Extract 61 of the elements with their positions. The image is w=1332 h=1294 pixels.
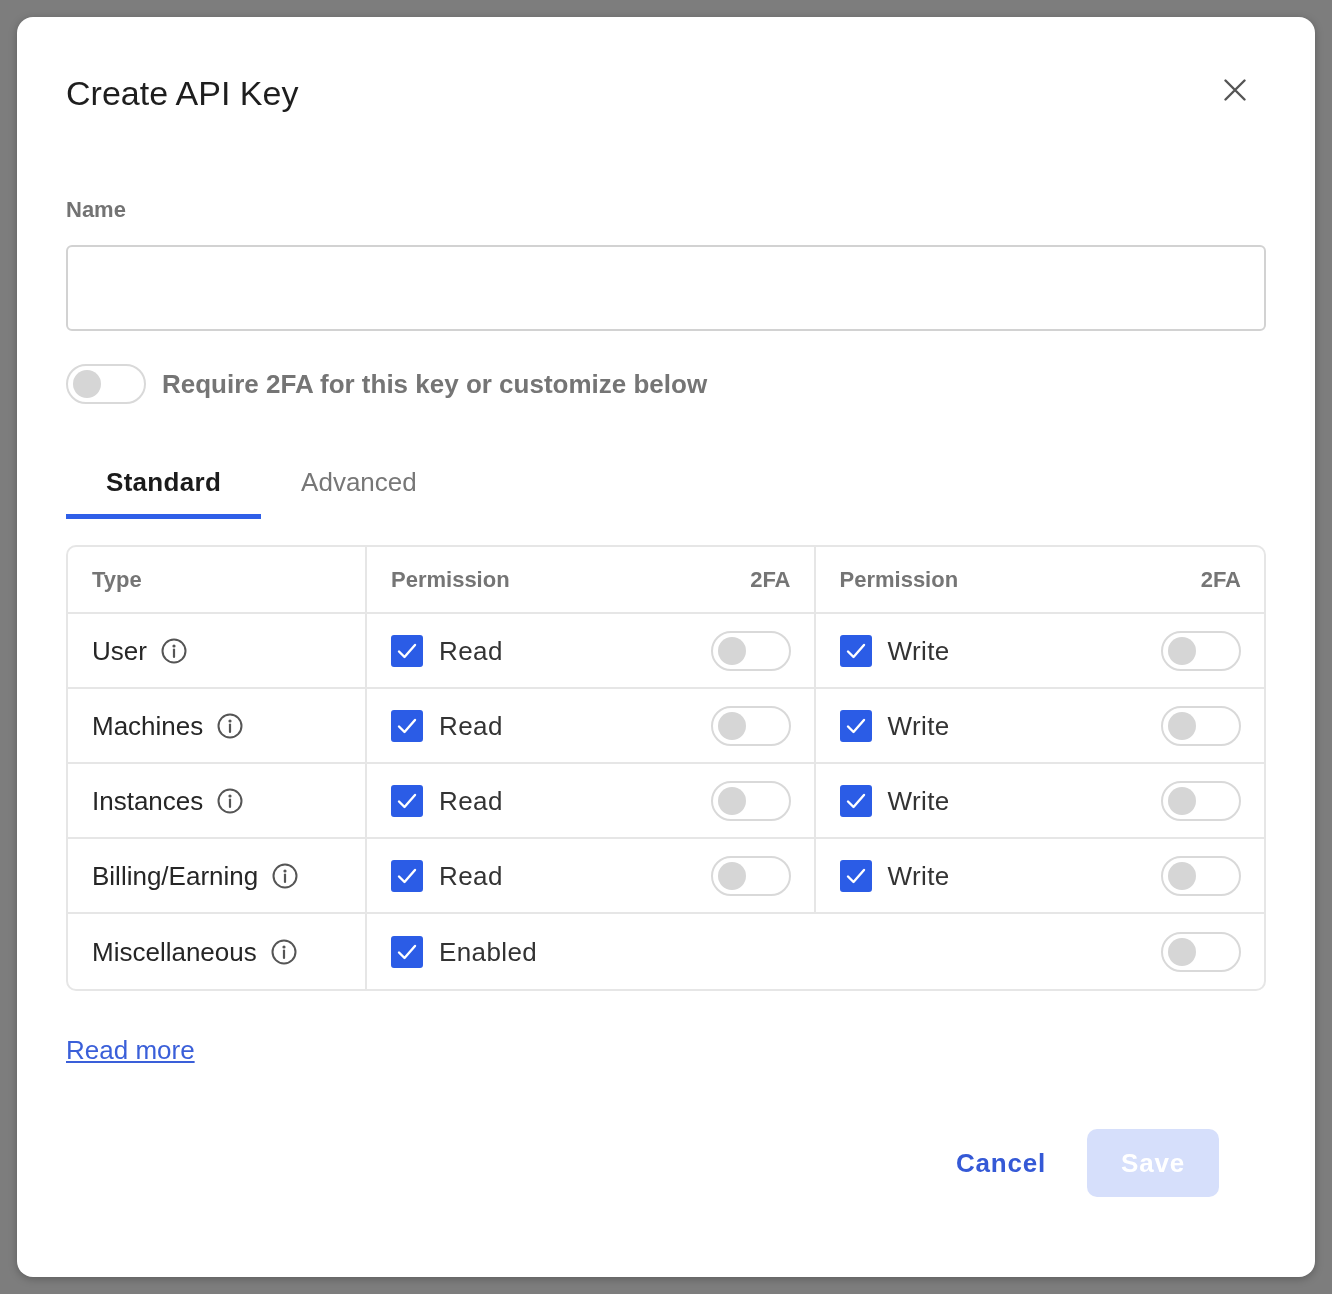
checkbox[interactable] [391, 709, 423, 742]
checkbox[interactable] [391, 784, 423, 817]
secondary-button[interactable]: Cancel [935, 1129, 1066, 1197]
permission-label: Write [887, 860, 950, 891]
info-icon [160, 637, 187, 664]
toggle-label: Require 2FA for this key or customize below [162, 369, 708, 399]
info-icon [217, 787, 244, 814]
row-label: Instances [92, 785, 204, 816]
toggle-switch[interactable] [1161, 630, 1241, 671]
tab[interactable]: Advanced [261, 445, 457, 519]
name-input[interactable] [66, 245, 1266, 331]
info-icon [217, 712, 244, 739]
row-label: Miscellaneous [92, 936, 257, 967]
permission-label: Read [439, 785, 503, 816]
checkbox[interactable] [391, 859, 423, 892]
info-icon [270, 938, 297, 965]
toggle-switch[interactable] [1161, 931, 1241, 972]
tab[interactable]: Standard [66, 445, 262, 519]
column-header: Permission [839, 566, 959, 593]
checkmark-icon [845, 642, 866, 659]
permission-label: Write [887, 635, 950, 666]
permission-label: Enabled [439, 936, 538, 967]
checkbox[interactable] [391, 634, 423, 667]
permission-label: Write [887, 710, 950, 741]
toggle-switch[interactable] [710, 705, 791, 746]
checkbox[interactable] [839, 859, 872, 892]
permission-label: Read [439, 710, 503, 741]
permission-label: Read [439, 635, 503, 666]
column-header: 2FA [1200, 566, 1241, 593]
checkmark-icon [397, 717, 417, 734]
permission-label: Read [439, 860, 503, 891]
field-label: Name [66, 197, 127, 223]
checkmark-icon [845, 867, 866, 884]
checkbox[interactable] [839, 634, 872, 667]
checkmark-icon [845, 792, 866, 809]
toggle-switch[interactable] [710, 780, 791, 821]
column-header: Type [92, 566, 142, 593]
toggle-switch[interactable] [66, 364, 146, 404]
checkmark-icon [397, 642, 417, 659]
dialog-title: Create API Key [66, 73, 299, 113]
toggle-switch[interactable] [1161, 855, 1241, 896]
read-more-link[interactable]: Read more [66, 1035, 195, 1065]
close-icon [1224, 79, 1246, 101]
checkbox[interactable] [839, 784, 872, 817]
row-label: Machines [92, 710, 204, 741]
column-header: Permission [391, 566, 510, 593]
checkbox[interactable] [391, 935, 423, 968]
checkmark-icon [397, 867, 417, 884]
info-icon [272, 862, 299, 889]
toggle-switch[interactable] [1161, 705, 1241, 746]
row-label: User [92, 635, 147, 666]
checkmark-icon [397, 792, 417, 809]
column-header: 2FA [750, 566, 791, 593]
toggle-switch[interactable] [710, 855, 791, 896]
checkmark-icon [397, 943, 417, 960]
checkbox[interactable] [839, 709, 872, 742]
checkmark-icon [845, 717, 866, 734]
permission-label: Write [887, 785, 950, 816]
row-label: Billing/Earning [92, 860, 259, 891]
toggle-switch[interactable] [710, 630, 791, 671]
toggle-switch[interactable] [1161, 780, 1241, 821]
